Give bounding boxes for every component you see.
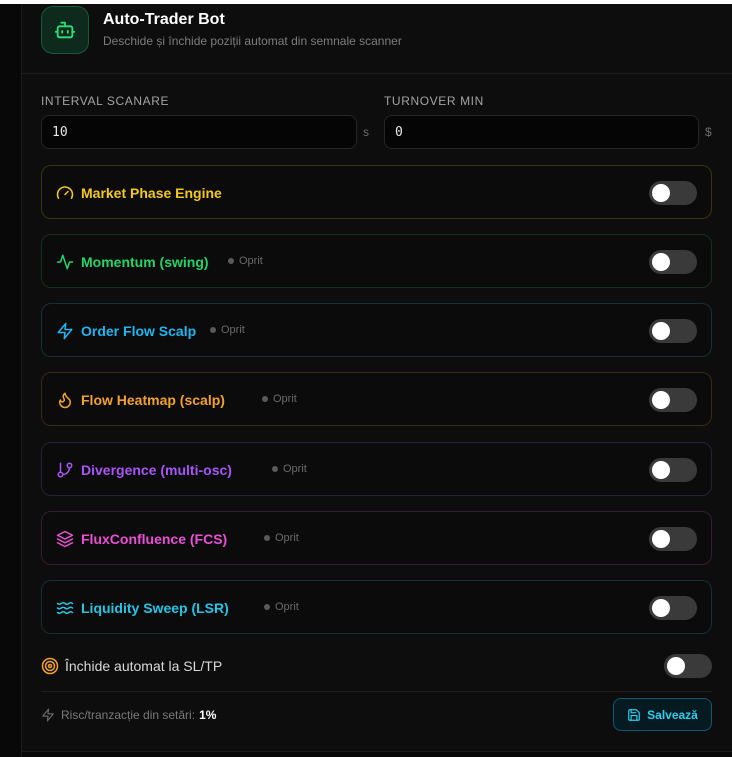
status-dot xyxy=(272,466,278,472)
strategy-name: Flow Heatmap (scalp) xyxy=(81,392,225,408)
toggle-knob xyxy=(652,253,670,271)
strategy-status: Oprit xyxy=(264,601,299,613)
strategy-name: Liquidity Sweep (LSR) xyxy=(81,600,229,616)
strategy-fluxconfluence: FluxConfluence (FCS) Oprit xyxy=(41,511,712,565)
autoclose-row: Închide automat la SL/TP xyxy=(41,651,712,681)
auto-trader-panel: Auto-Trader Bot Deschide și închide pozi… xyxy=(22,4,732,752)
panel-subtitle: Deschide și închide poziții automat din … xyxy=(103,34,402,48)
left-gutter xyxy=(0,4,22,757)
interval-input[interactable]: 10 xyxy=(41,115,357,149)
strategy-liquidity-sweep: Liquidity Sweep (LSR) Oprit xyxy=(41,580,712,634)
panel-header: Auto-Trader Bot Deschide și închide pozi… xyxy=(22,4,732,74)
toggle-knob xyxy=(652,184,670,202)
strategy-name: Momentum (swing) xyxy=(81,254,209,270)
strategy-name: Divergence (multi-osc) xyxy=(81,462,232,478)
target-icon xyxy=(41,657,59,675)
risk-value: 1% xyxy=(199,708,217,722)
strategy-name: Order Flow Scalp xyxy=(81,323,197,339)
risk-label: Risc/tranzacție din setări: xyxy=(61,708,196,722)
strategy-toggle[interactable] xyxy=(649,319,697,343)
strategy-momentum: Momentum (swing) Oprit xyxy=(41,234,712,288)
toggle-knob xyxy=(652,322,670,340)
status-text: Oprit xyxy=(273,393,297,405)
status-text: Oprit xyxy=(221,324,245,336)
zap-icon xyxy=(56,322,74,340)
strategy-name: FluxConfluence (FCS) xyxy=(81,531,228,547)
strategy-divergence: Divergence (multi-osc) Oprit xyxy=(41,442,712,496)
status-dot xyxy=(262,396,268,402)
save-button[interactable]: Salvează xyxy=(613,698,712,731)
toggle-knob xyxy=(652,530,670,548)
strategy-status: Oprit xyxy=(210,324,245,336)
strategy-name: Market Phase Engine xyxy=(81,185,222,201)
status-text: Oprit xyxy=(275,532,299,544)
flame-icon xyxy=(56,391,74,409)
strategy-status: Oprit xyxy=(228,255,263,267)
strategy-toggle[interactable] xyxy=(649,181,697,205)
status-dot xyxy=(210,327,216,333)
status-dot xyxy=(264,535,270,541)
strategy-status: Oprit xyxy=(262,393,297,405)
status-text: Oprit xyxy=(283,463,307,475)
panel-title: Auto-Trader Bot xyxy=(103,11,225,28)
toggle-knob xyxy=(652,599,670,617)
save-label: Salvează xyxy=(647,707,698,722)
strategy-order-flow-scalp: Order Flow Scalp Oprit xyxy=(41,303,712,357)
strategy-toggle[interactable] xyxy=(649,458,697,482)
status-text: Oprit xyxy=(275,601,299,613)
strategy-toggle[interactable] xyxy=(649,250,697,274)
robot-icon xyxy=(41,6,89,54)
status-text: Oprit xyxy=(239,255,263,267)
git-branch-icon xyxy=(56,461,74,479)
activity-icon xyxy=(56,253,74,271)
gauge-icon xyxy=(56,184,74,202)
status-dot xyxy=(228,258,234,264)
strategy-toggle[interactable] xyxy=(649,527,697,551)
turnover-unit: $ xyxy=(705,125,712,139)
status-dot xyxy=(264,604,270,610)
toggle-knob xyxy=(652,391,670,409)
strategy-market-phase: Market Phase Engine xyxy=(41,165,712,219)
footer-divider xyxy=(41,691,712,692)
turnover-input[interactable]: 0 xyxy=(384,115,699,149)
autoclose-label: Închide automat la SL/TP xyxy=(65,658,223,674)
layers-icon xyxy=(56,530,74,548)
save-icon xyxy=(627,708,641,722)
waves-icon xyxy=(56,599,74,617)
zap-icon xyxy=(41,708,55,722)
turnover-label: TURNOVER MIN xyxy=(384,94,484,108)
toggle-knob xyxy=(667,657,685,675)
interval-label: INTERVAL SCANARE xyxy=(41,94,170,108)
toggle-knob xyxy=(652,461,670,479)
autoclose-toggle[interactable] xyxy=(664,654,712,678)
interval-unit: s xyxy=(363,125,369,139)
strategy-toggle[interactable] xyxy=(649,388,697,412)
strategy-toggle[interactable] xyxy=(649,596,697,620)
risk-info: Risc/tranzacție din setări: 1% xyxy=(61,708,216,722)
strategy-status: Oprit xyxy=(264,532,299,544)
strategy-status: Oprit xyxy=(272,463,307,475)
strategy-flow-heatmap: Flow Heatmap (scalp) Oprit xyxy=(41,372,712,426)
